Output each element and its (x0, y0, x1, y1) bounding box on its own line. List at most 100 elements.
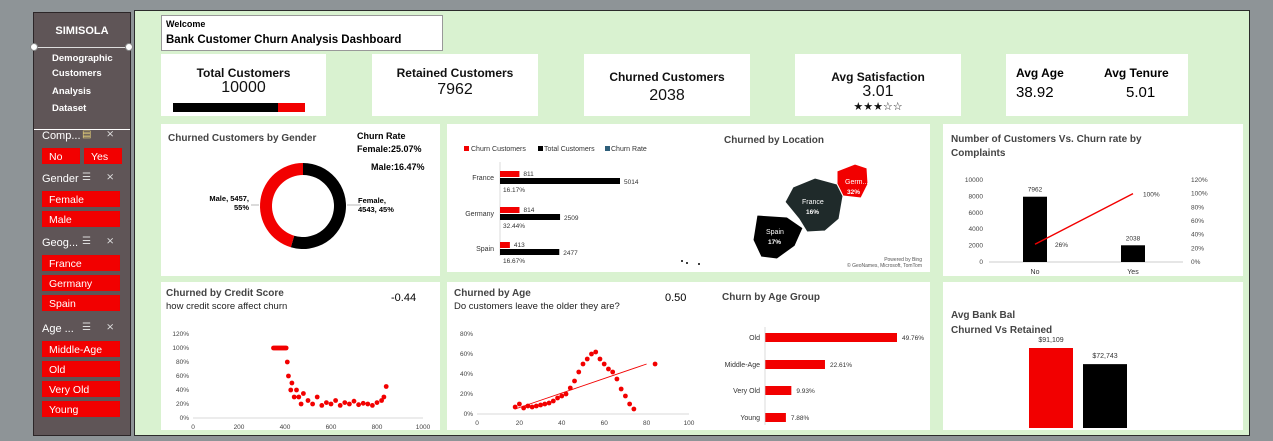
bar-category-label: Spain (476, 246, 494, 253)
rate-label: 32.44% (503, 223, 525, 230)
brand-title: SIMISOLA (55, 25, 109, 37)
kpi-value: 10000 (221, 79, 266, 96)
slicer-complain: Comp... ▤ ⨯ No Yes (40, 128, 126, 168)
agegroup-bar (765, 386, 792, 395)
bar-data-label: $72,743 (1092, 353, 1117, 360)
nav-customers[interactable]: Customers (52, 68, 102, 79)
trend-line (515, 363, 647, 410)
map-label: Spain (766, 229, 784, 236)
multi-select-icon[interactable]: ☰ (82, 172, 91, 183)
rating-stars: ★★★☆☆ (853, 101, 903, 113)
scatter-point (542, 401, 548, 407)
x-tick: 400 (280, 424, 291, 430)
scatter-point (559, 393, 565, 399)
slicer-item-germany[interactable]: Germany (42, 275, 120, 291)
slicer-item-female[interactable]: Female (42, 191, 120, 207)
scatter-point (601, 361, 607, 367)
scatter-point (298, 401, 304, 407)
balance-chart: $91,109 $72,743 (1029, 337, 1127, 428)
map-label: France (802, 199, 824, 206)
rate-label: 16.67% (503, 258, 525, 265)
scatter-point (289, 380, 295, 386)
slicer-item-very-old[interactable]: Very Old (42, 381, 120, 397)
x-tick: 200 (234, 424, 245, 430)
slicer-item-yes[interactable]: Yes (84, 148, 122, 164)
scatter-point (383, 384, 389, 389)
clear-filter-icon[interactable]: ⨯ (106, 129, 114, 140)
scatter-point (374, 400, 380, 405)
scatter-point (572, 378, 577, 384)
scatter-point (314, 394, 320, 400)
scatter-point (623, 393, 628, 399)
x-tick: 20 (516, 420, 524, 427)
nav-dataset[interactable]: Dataset (52, 103, 86, 114)
kpi-retained: Retained Customers 7962 (372, 54, 538, 116)
bar-category-label: Middle-Age (725, 362, 761, 369)
age-chart-card: Churned by Age Do customers leave the ol… (447, 282, 930, 430)
scatter-point (370, 403, 375, 408)
balance-bar-retained (1083, 364, 1127, 428)
page-title: Bank Customer Churn Analysis Dashboard (166, 34, 402, 46)
multi-select-icon[interactable]: ☰ (82, 236, 91, 247)
y-tick: 0% (180, 415, 190, 422)
bar-total (500, 249, 560, 255)
resize-handle[interactable] (125, 43, 133, 51)
line-data-label: 100% (1143, 192, 1160, 199)
scatter-point (610, 369, 616, 375)
slicer-age: Age ... ☰ ⨯ Middle-Age Old Very Old Youn… (40, 321, 126, 421)
scatter-point (584, 356, 590, 362)
clear-filter-icon[interactable]: ⨯ (106, 322, 114, 333)
agegroup-bar (765, 413, 786, 422)
agegroup-bar (765, 360, 825, 369)
slicer-item-young[interactable]: Young (42, 401, 120, 417)
x-tick: 40 (558, 420, 566, 427)
complaints-chart: 0 2000 4000 6000 8000 10000 0% 20% 40% 60% 80% 100%… (965, 177, 1208, 276)
bar-data-label: 7.88% (791, 415, 810, 422)
slicer-item-france[interactable]: France (42, 255, 120, 271)
y-tick: 0 (979, 259, 983, 266)
legend-swatch-total (538, 146, 543, 151)
slicer-item-middle-age[interactable]: Middle-Age (42, 341, 120, 357)
female-label: Female, 4543, 45% (358, 196, 394, 214)
header-box: Welcome Bank Customer Churn Analysis Das… (161, 15, 443, 51)
nav-analysis[interactable]: Analysis (52, 86, 91, 97)
bar-data-label: $91,109 (1038, 337, 1063, 344)
scatter-point (580, 361, 586, 367)
x-tick: 600 (326, 424, 337, 430)
resize-handle[interactable] (30, 43, 38, 51)
bar-total (500, 178, 620, 184)
slicer-item-spain[interactable]: Spain (42, 295, 120, 311)
x-tick: 1000 (416, 424, 431, 430)
bar-category-label: Young (740, 415, 760, 422)
clear-filter-icon[interactable]: ⨯ (106, 172, 114, 183)
donut-slice-female (260, 163, 303, 248)
map-label: 16% (806, 209, 819, 216)
bar-data-label: 2038 (1126, 235, 1141, 242)
y-tick: 4000 (969, 226, 984, 233)
scatter-point (284, 359, 290, 365)
scatter-point (351, 398, 357, 404)
multi-select-icon[interactable]: ▤ (82, 129, 91, 140)
nav-demographic[interactable]: Demographic (52, 53, 113, 64)
location-chart-card: Churn Customers Total Customers Churn Ra… (447, 124, 930, 272)
bar-category-label: Germany (465, 211, 494, 218)
agegroup-bar (765, 333, 897, 342)
complaints-chart-card: Number of Customers Vs. Churn rate by Co… (943, 124, 1243, 276)
scatter-point (631, 406, 637, 412)
slicer-item-no[interactable]: No (42, 148, 80, 164)
scatter-point (324, 400, 329, 405)
credit-scatter: 0% 20% 40% 60% 80% 100% 120% 0 200 400 600 800 1000 (172, 331, 431, 430)
bar-category-label: France (472, 175, 494, 182)
slicer-item-old[interactable]: Old (42, 361, 120, 377)
x-tick: 0 (191, 424, 195, 430)
slicer-item-male[interactable]: Male (42, 211, 120, 227)
scatter-point (614, 376, 620, 382)
male-label: Male, 5457, 55% (209, 194, 249, 212)
scatter-point (555, 395, 560, 401)
multi-select-icon[interactable]: ☰ (82, 322, 91, 333)
y2-tick: 60% (1191, 218, 1204, 225)
clear-filter-icon[interactable]: ⨯ (106, 236, 114, 247)
legend-churn: Churn Customers (471, 146, 526, 153)
scatter-point (319, 403, 325, 408)
scatter-point (305, 398, 311, 403)
